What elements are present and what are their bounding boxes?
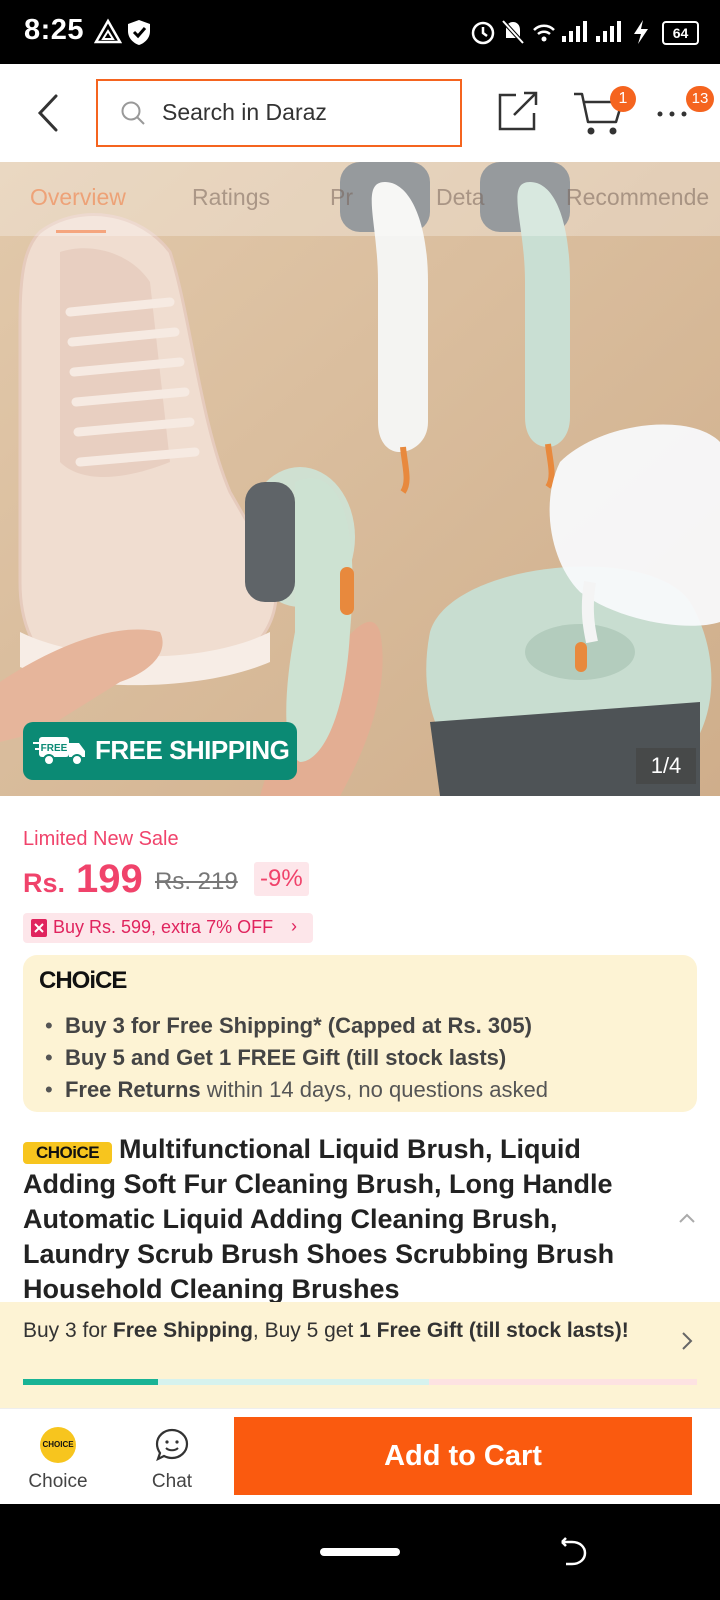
current-price: 199 [76,857,143,901]
home-gesture-pill[interactable] [320,1548,400,1556]
price-currency: Rs. [23,868,66,898]
shipping-progress-banner[interactable]: Buy 3 for Free Shipping, Buy 5 get 1 Fre… [0,1302,720,1408]
status-bar: 8:25 64 [0,0,720,64]
bottom-action-bar: CHOICE Choice Chat Add to Cart [0,1408,720,1505]
promo-text: Buy Rs. 599, extra 7% OFF [53,917,274,937]
sale-label: Limited New Sale [23,828,179,850]
choice-coin-icon: CHOICE [40,1427,76,1463]
add-to-cart-button[interactable]: Add to Cart [234,1417,692,1495]
discount-badge: -9% [254,862,309,896]
signal-2-icon [596,21,621,42]
original-price: Rs. 219 [155,868,238,895]
status-time: 8:25 [24,14,85,46]
tab-recommended[interactable]: Recommende [566,184,709,211]
choice-nav-label: Choice [28,1471,88,1492]
tab-product[interactable]: Pr [330,184,353,211]
progress-fill [23,1379,158,1385]
free-shipping-label: FREE SHIPPING [95,735,290,765]
search-icon [121,101,145,125]
warning-icon [94,18,122,44]
chat-nav-label: Chat [151,1471,193,1492]
voucher-icon [31,919,47,937]
share-icon[interactable] [496,89,540,133]
choice-tag: CHOiCE [23,1142,112,1164]
tab-ratings[interactable]: Ratings [192,184,270,211]
system-navigation-bar [0,1504,720,1600]
product-title: Multifunctional Liquid Brush, Liquid Add… [23,1134,615,1302]
alarm-icon [471,21,495,45]
section-tabs: Overview Ratings Pr Deta Recommende [0,162,720,236]
tab-overview[interactable]: Overview [30,184,126,211]
free-shipping-badge: FREE FREE SHIPPING [23,722,297,780]
header: Search in Daraz 1 13 [0,64,720,162]
battery-indicator: 64 [662,21,699,45]
shield-icon [128,20,150,45]
shipping-progress-text: Buy 3 for Free Shipping, Buy 5 get 1 Fre… [23,1319,629,1342]
signal-1-icon [562,21,587,42]
chat-nav-button[interactable]: Chat [136,1427,208,1497]
product-image-gallery[interactable]: Overview Ratings Pr Deta Recommende FREE… [0,162,720,796]
active-tab-indicator [56,230,106,233]
image-page-counter: 1/4 [636,748,696,784]
choice-benefit-2: • Buy 5 and Get 1 FREE Gift (till stock … [45,1045,507,1070]
wifi-icon [533,24,555,42]
choice-benefit-1: • Buy 3 for Free Shipping* (Capped at Rs… [45,1013,532,1038]
tab-details[interactable]: Deta [436,184,485,211]
product-photo [0,162,720,796]
chevron-right-icon: › [291,916,297,936]
notification-count-badge: 13 [686,86,714,112]
promo-voucher-chip[interactable]: Buy Rs. 599, extra 7% OFF › [23,913,313,943]
free-icon-text: FREE [41,743,68,754]
chevron-right-icon [682,1332,693,1350]
back-button[interactable] [30,90,70,136]
cart-count-badge: 1 [610,86,636,112]
choice-logo: CHOiCE [39,967,127,994]
chevron-up-icon[interactable] [678,1212,696,1224]
delivery-truck-icon: FREE [33,737,85,766]
choice-benefit-3: • Free Returns within 14 days, no questi… [45,1077,548,1102]
search-placeholder: Search in Daraz [162,99,327,125]
mute-icon [501,19,525,45]
rotate-screen-icon[interactable] [556,1536,590,1570]
chat-icon [155,1428,189,1462]
choice-benefits-box: CHOiCE • Buy 3 for Free Shipping* (Cappe… [23,955,697,1112]
screen: 8:25 64 Search in Daraz 1 13 Overview Ra… [0,0,720,1600]
search-input[interactable]: Search in Daraz [96,79,462,147]
charging-icon [634,20,648,44]
choice-nav-button[interactable]: CHOICE Choice [20,1427,96,1497]
progress-track [23,1379,697,1385]
